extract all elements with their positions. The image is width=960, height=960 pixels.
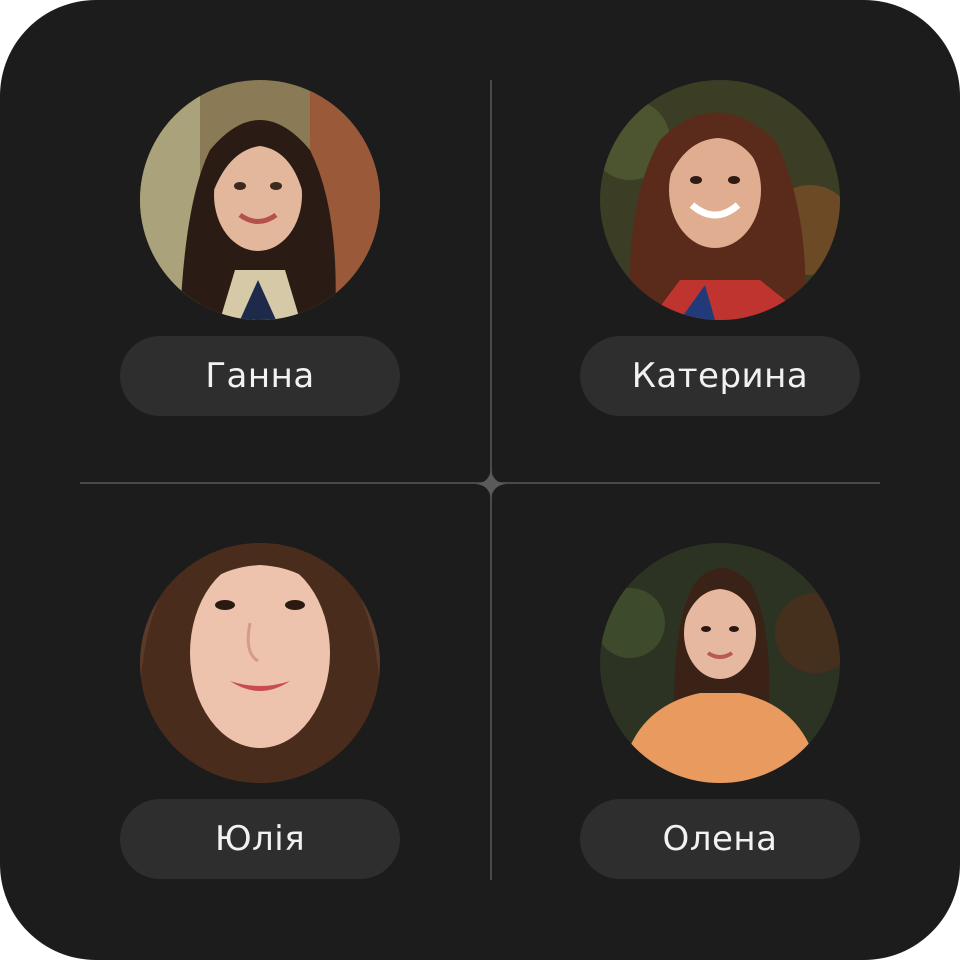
person-name: Олена bbox=[580, 799, 860, 879]
person-card: Юлія bbox=[120, 543, 400, 883]
portrait-photo bbox=[140, 80, 380, 320]
person-name: Катерина bbox=[580, 336, 860, 416]
avatar bbox=[600, 80, 840, 320]
person-card: Ганна bbox=[120, 80, 400, 420]
portrait-photo bbox=[600, 80, 840, 320]
avatar bbox=[140, 543, 380, 783]
people-grid-card: Ганна Катерина Юлія Олена bbox=[0, 0, 960, 960]
person-card: Олена bbox=[580, 543, 860, 883]
portrait-photo bbox=[140, 543, 380, 783]
person-card: Катерина bbox=[580, 80, 860, 420]
sparkle-icon bbox=[476, 469, 506, 499]
portrait-photo bbox=[600, 543, 840, 783]
avatar bbox=[140, 80, 380, 320]
person-name: Юлія bbox=[120, 799, 400, 879]
avatar bbox=[600, 543, 840, 783]
person-name: Ганна bbox=[120, 336, 400, 416]
